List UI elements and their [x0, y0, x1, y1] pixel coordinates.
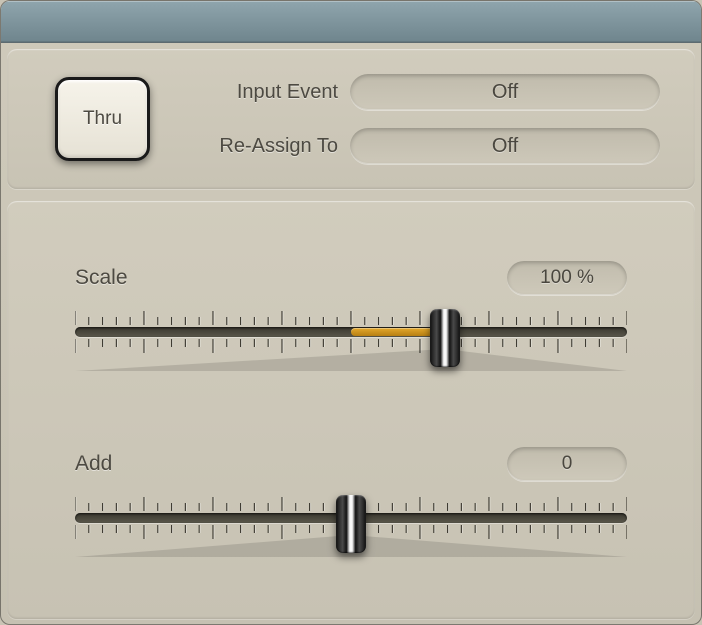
slider-group-add: Add 0 — [75, 447, 627, 563]
label-add: Add — [75, 452, 112, 476]
row-input-event: Input Event Off — [180, 74, 667, 110]
slider-track-scale[interactable] — [75, 307, 627, 377]
select-reassign[interactable]: Off — [350, 128, 660, 164]
label-reassign: Re-Assign To — [180, 135, 350, 158]
value-input-event: Off — [492, 81, 518, 104]
slider-thumb-add[interactable] — [336, 495, 366, 553]
value-scale: 100 % — [540, 267, 594, 289]
value-field-scale[interactable]: 100 % — [507, 261, 627, 295]
thru-button-label: Thru — [83, 108, 122, 130]
titlebar[interactable] — [1, 1, 701, 43]
rail-scale — [75, 327, 627, 337]
plugin-window: Thru Input Event Off Re-Assign To Off Sc… — [0, 0, 702, 625]
slider-track-add[interactable] — [75, 493, 627, 563]
label-input-event: Input Event — [180, 81, 350, 104]
thru-button[interactable]: Thru — [55, 77, 150, 161]
slider-thumb-scale[interactable] — [430, 309, 460, 367]
panel-routing: Thru Input Event Off Re-Assign To Off — [7, 49, 695, 189]
select-input-event[interactable]: Off — [350, 74, 660, 110]
ticks-top-scale — [75, 307, 627, 325]
value-field-add[interactable]: 0 — [507, 447, 627, 481]
value-add: 0 — [562, 453, 573, 475]
routing-rows: Input Event Off Re-Assign To Off — [180, 74, 667, 164]
value-reassign: Off — [492, 135, 518, 158]
label-scale: Scale — [75, 266, 128, 290]
ticks-bottom-scale — [75, 339, 627, 357]
slider-group-scale: Scale 100 % — [75, 261, 627, 377]
panel-sliders: Scale 100 % Add 0 — [7, 201, 695, 619]
row-reassign: Re-Assign To Off — [180, 128, 667, 164]
